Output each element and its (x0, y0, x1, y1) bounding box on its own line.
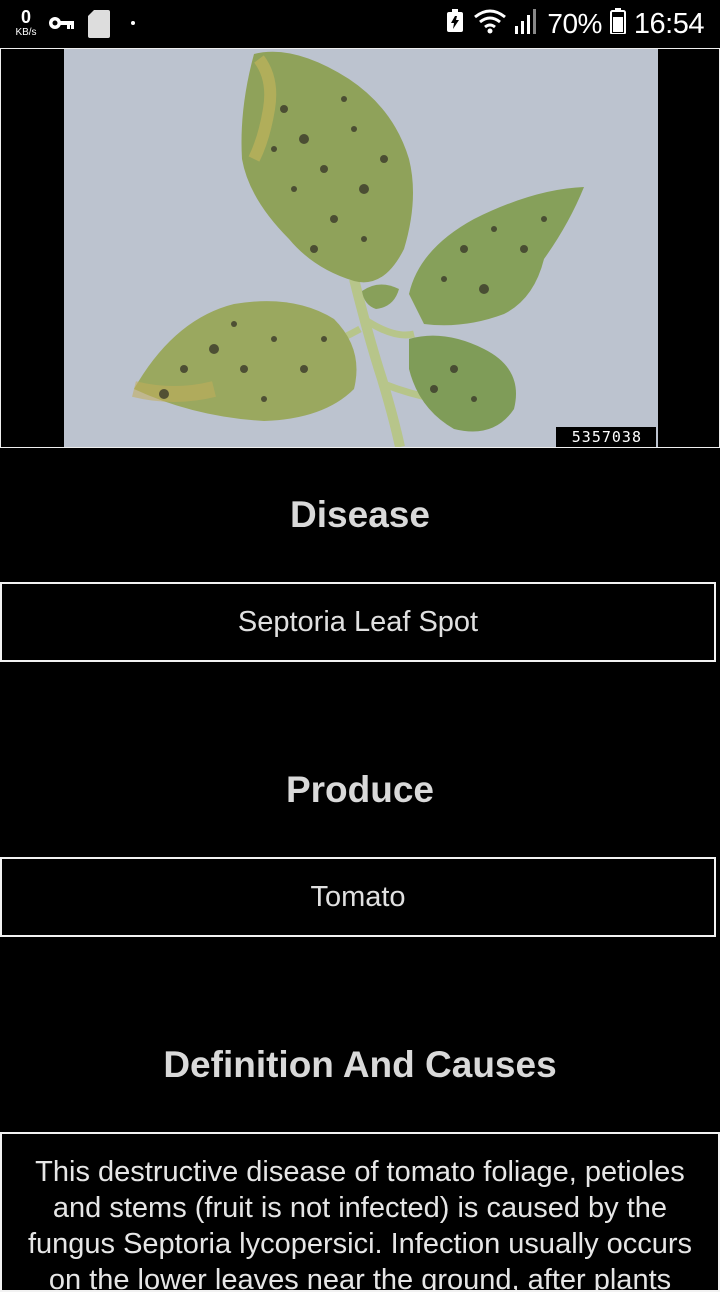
battery-icon (609, 7, 626, 41)
battery-percent: 70% (547, 8, 602, 39)
battery-saver-icon (445, 8, 465, 40)
disease-heading: Disease (290, 494, 430, 535)
definition-text: This destructive disease of tomato folia… (27, 1156, 693, 1292)
leaf-illustration (64, 49, 658, 447)
disease-value-box: Septoria Leaf Spot (0, 582, 716, 662)
network-speed-indicator: 0 KB/s (10, 8, 42, 38)
network-speed-unit: KB/s (15, 27, 37, 38)
image-id-label: 5357038 (555, 427, 656, 447)
notification-dot-icon (131, 21, 135, 25)
produce-heading: Produce (285, 769, 435, 810)
produce-value: Tomato (310, 881, 406, 913)
cell-signal-icon (515, 8, 539, 41)
definition-box: This destructive disease of tomato folia… (0, 1132, 720, 1292)
disease-value: Septoria Leaf Spot (237, 606, 479, 638)
disease-photo: 5357038 (64, 49, 658, 447)
produce-value-box: Tomato (0, 857, 716, 937)
network-speed-value: 0 (20, 7, 31, 27)
status-right-group: 70% 16:54 (445, 0, 705, 48)
vpn-key-icon (48, 13, 76, 38)
disease-image-frame: 5357038 (0, 48, 720, 448)
definition-heading: Definition And Causes (163, 1044, 557, 1085)
status-bar: 0 KB/s 70% 16:54 (0, 0, 720, 48)
clock-time: 16:54 (633, 7, 705, 40)
wifi-icon (473, 8, 507, 41)
sd-card-icon (88, 10, 110, 43)
